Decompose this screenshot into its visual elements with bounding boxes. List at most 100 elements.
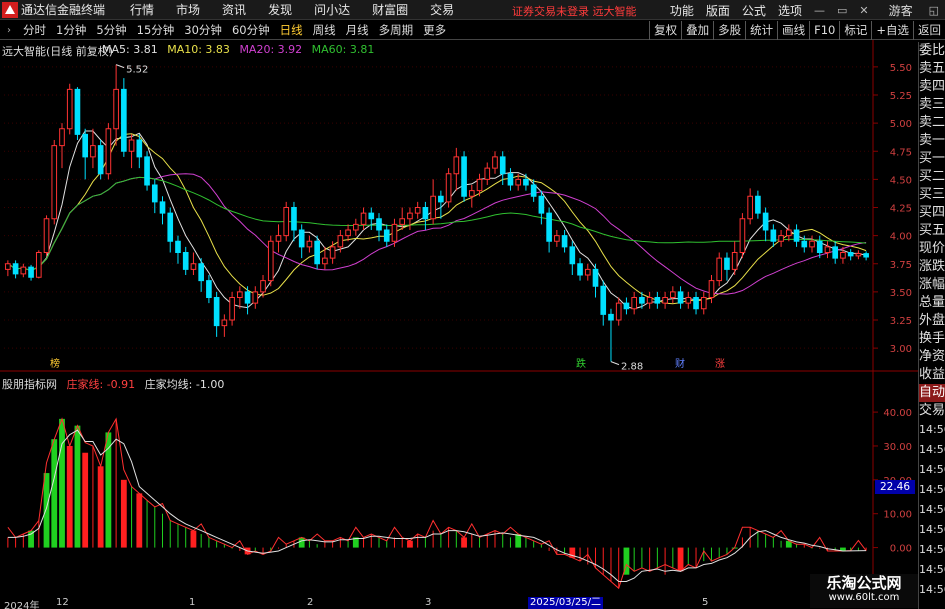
- menu-trade[interactable]: 交易: [419, 1, 465, 18]
- indicator-bar: [649, 547, 651, 572]
- indicator-bar: [308, 540, 310, 548]
- period-weekly[interactable]: 周线: [308, 22, 341, 38]
- candle-body: [569, 246, 576, 265]
- price-tick-label: 3.00: [890, 344, 912, 355]
- ma20-line: [7, 173, 867, 295]
- candle-body: [840, 252, 846, 259]
- period-more[interactable]: 更多: [418, 22, 451, 38]
- candle-body: [213, 297, 220, 327]
- menu-layout[interactable]: 版面: [700, 2, 736, 19]
- indicator-bar: [515, 534, 522, 548]
- menu-ask[interactable]: 问小达: [303, 1, 361, 18]
- chart-area[interactable]: 5.50 5.25 5.00 4.75 4.50 4.25 4.00 3.75 3.50 3.25…: [0, 40, 918, 597]
- candle-body: [430, 195, 436, 220]
- candle-body: [306, 240, 313, 248]
- high-label: 5.52: [126, 65, 148, 76]
- minimize-icon[interactable]: —: [808, 4, 831, 17]
- candle-body: [267, 240, 274, 282]
- restore-down-icon[interactable]: ◱: [923, 4, 945, 17]
- candle-body: [554, 235, 560, 242]
- indicator-bar: [471, 534, 473, 548]
- tab-auto[interactable]: 自动: [919, 384, 945, 402]
- candle-body: [747, 195, 753, 220]
- menu-discover[interactable]: 发现: [257, 1, 303, 18]
- menu-wealth[interactable]: 财富圈: [361, 1, 419, 18]
- ind-tick-label: 0.00: [890, 544, 912, 555]
- candle-body: [43, 218, 50, 253]
- tab-trade[interactable]: 交易: [919, 402, 945, 420]
- indicator-name[interactable]: 股朋指标网: [2, 378, 57, 391]
- rp-ask2: 卖二: [919, 115, 945, 130]
- date-tick: 2024年: [4, 601, 40, 609]
- candle-body: [167, 212, 174, 242]
- date-tick: 1: [189, 597, 196, 608]
- candle-body: [445, 173, 452, 203]
- rp-bid1: 买一: [919, 151, 945, 166]
- tool-mark[interactable]: 标记: [839, 21, 871, 40]
- candle-body: [221, 319, 228, 327]
- low-marker: [610, 361, 620, 366]
- tool-add-watch[interactable]: +自选: [871, 21, 913, 40]
- candle-body: [515, 178, 522, 186]
- candle-body: [584, 268, 591, 276]
- close-icon[interactable]: ✕: [853, 4, 874, 17]
- indicator-bar: [656, 547, 658, 568]
- candle-body: [422, 207, 429, 220]
- candle-body: [755, 195, 761, 214]
- indicator-bar: [461, 537, 467, 548]
- menu-function[interactable]: 功能: [664, 2, 700, 19]
- menu-quotes[interactable]: 行情: [119, 1, 165, 18]
- candle-body: [383, 229, 390, 242]
- candle-body: [322, 257, 328, 265]
- period-30min[interactable]: 30分钟: [179, 22, 227, 38]
- menu-options[interactable]: 选项: [772, 2, 808, 19]
- candle-body: [74, 88, 81, 135]
- tool-f10[interactable]: F10: [809, 21, 839, 40]
- menu-formula[interactable]: 公式: [736, 2, 772, 19]
- tick-time: 14:56: [919, 523, 945, 536]
- candle-body: [484, 167, 491, 180]
- tool-stats[interactable]: 统计: [745, 21, 777, 40]
- candle-body: [670, 291, 676, 298]
- candle-body: [724, 257, 730, 270]
- menu-news[interactable]: 资讯: [211, 1, 257, 18]
- candle-body: [337, 235, 344, 248]
- indicator-bar: [66, 445, 73, 548]
- restore-icon[interactable]: ▭: [831, 4, 853, 17]
- price-tick-label: 4.75: [890, 147, 912, 158]
- period-5min[interactable]: 5分钟: [91, 22, 131, 38]
- period-60min[interactable]: 60分钟: [227, 22, 275, 38]
- tick-time: 14:56: [919, 563, 945, 576]
- broker-login-alert[interactable]: 证券交易未登录 远大智能: [512, 3, 637, 19]
- candle-body: [623, 302, 630, 310]
- period-timeline[interactable]: 分时: [18, 22, 51, 38]
- candle-body: [368, 212, 375, 220]
- candle-body: [82, 133, 89, 158]
- indicator-bar: [424, 537, 426, 548]
- tool-overlay[interactable]: 叠加: [681, 21, 713, 40]
- candle-body: [407, 212, 413, 220]
- candle-body: [329, 246, 336, 259]
- watermark-title: 乐淘公式网: [826, 574, 902, 592]
- tool-back[interactable]: 返回: [913, 21, 945, 40]
- tool-multi-stock[interactable]: 多股: [713, 21, 745, 40]
- candle-body: [832, 246, 839, 259]
- rp-change: 涨跌: [919, 259, 945, 274]
- date-tick: 3: [425, 597, 432, 608]
- period-1min[interactable]: 1分钟: [51, 22, 91, 38]
- indicator-bar: [136, 493, 143, 548]
- candle-body: [438, 195, 444, 203]
- indicator-bar: [208, 537, 210, 548]
- period-15min[interactable]: 15分钟: [132, 22, 180, 38]
- menu-market[interactable]: 市场: [165, 1, 211, 18]
- expand-chevron-icon[interactable]: ›: [0, 25, 18, 36]
- period-multi[interactable]: 多周期: [374, 22, 419, 38]
- period-daily[interactable]: 日线: [275, 22, 308, 38]
- candle-body: [654, 297, 661, 304]
- candle-body: [461, 156, 467, 197]
- tool-draw[interactable]: 画线: [777, 21, 809, 40]
- candle-body: [206, 280, 212, 298]
- period-monthly[interactable]: 月线: [341, 22, 374, 38]
- tool-adjust[interactable]: 复权: [649, 21, 681, 40]
- guest-user[interactable]: 游客: [875, 2, 923, 19]
